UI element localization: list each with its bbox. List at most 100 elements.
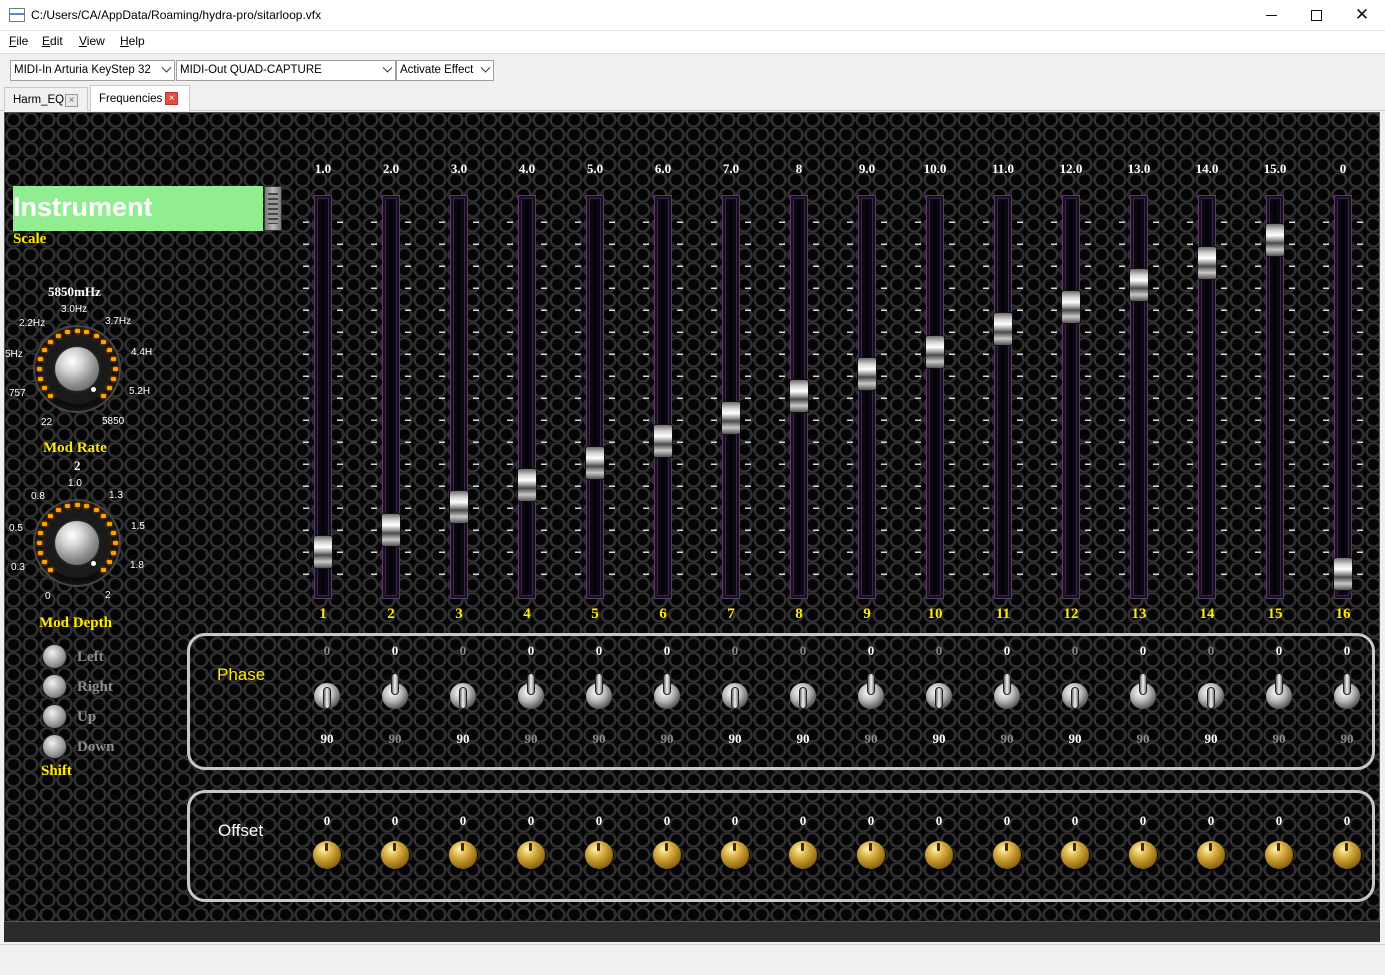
offset-knob[interactable] xyxy=(1061,841,1089,869)
activate-effect-select[interactable]: Activate Effect xyxy=(396,60,494,81)
slider-thumb[interactable] xyxy=(857,356,877,391)
phase-toggle-switch[interactable] xyxy=(381,673,409,709)
minimize-button[interactable] xyxy=(1248,0,1294,30)
offset-knob[interactable] xyxy=(381,841,409,869)
phase-toggle-switch[interactable] xyxy=(1333,673,1361,709)
offset-knob[interactable] xyxy=(517,841,545,869)
slider-track[interactable] xyxy=(654,195,672,599)
midi-out-select[interactable]: MIDI-Out QUAD-CAPTURE xyxy=(176,60,396,81)
phase-toggle-switch[interactable] xyxy=(313,673,341,709)
offset-knob[interactable] xyxy=(313,841,341,869)
offset-knob[interactable] xyxy=(925,841,953,869)
phase-toggle-switch[interactable] xyxy=(1061,673,1089,709)
maximize-button[interactable] xyxy=(1293,0,1339,30)
slider-thumb[interactable] xyxy=(381,512,401,547)
slider-track[interactable] xyxy=(1130,195,1148,599)
midi-in-select[interactable]: MIDI-In Arturia KeyStep 32 xyxy=(10,60,175,81)
shift-up-radio[interactable] xyxy=(42,704,67,729)
knob-led xyxy=(37,357,43,362)
slider-thumb[interactable] xyxy=(517,468,537,502)
slider-thumb[interactable] xyxy=(993,312,1013,347)
menu-edit[interactable]: Edit xyxy=(42,34,63,48)
shift-down-radio[interactable] xyxy=(42,734,67,759)
menu-help[interactable]: Help xyxy=(120,34,145,48)
instrument-display[interactable]: Instrument xyxy=(13,186,263,231)
knob-led xyxy=(74,329,80,333)
phase-toggle-switch[interactable] xyxy=(925,673,953,709)
offset-knob[interactable] xyxy=(1265,841,1293,869)
offset-knob[interactable] xyxy=(449,841,477,869)
phase-toggle-switch[interactable] xyxy=(789,673,817,709)
slider-thumb[interactable] xyxy=(1265,223,1285,258)
menu-view[interactable]: View xyxy=(79,34,105,48)
offset-knob[interactable] xyxy=(585,841,613,869)
slider-frequency-label: 14.0 xyxy=(1195,161,1219,176)
slider-index-label: 14 xyxy=(1199,606,1215,622)
knob-led xyxy=(41,348,47,352)
phase-toggle-switch[interactable] xyxy=(585,673,613,709)
phase-value-90: 90 xyxy=(932,731,946,746)
slider-track[interactable] xyxy=(858,195,876,599)
slider-thumb[interactable] xyxy=(721,401,741,436)
offset-knob[interactable] xyxy=(857,841,885,869)
knob-cap xyxy=(55,521,99,565)
phase-value-0: 0 xyxy=(1139,643,1147,658)
slider-thumb[interactable] xyxy=(925,334,945,369)
slider-track[interactable] xyxy=(926,195,944,599)
slider-track[interactable] xyxy=(722,195,740,599)
mod-rate-label: Mod Rate xyxy=(43,440,107,456)
close-button[interactable]: ✕ xyxy=(1339,0,1385,30)
slider-thumb[interactable] xyxy=(1061,290,1081,324)
phase-toggle-switch[interactable] xyxy=(517,673,545,709)
offset-knob[interactable] xyxy=(1129,841,1157,869)
mod-rate-tick: 22 xyxy=(41,417,53,428)
offset-knob[interactable] xyxy=(653,841,681,869)
knob-indicator xyxy=(91,387,96,392)
phase-toggle-switch[interactable] xyxy=(1265,673,1293,709)
slider-thumb[interactable] xyxy=(653,423,673,458)
slider-track[interactable] xyxy=(518,195,536,599)
phase-toggle-switch[interactable] xyxy=(449,673,477,709)
mod-depth-tick: 2 xyxy=(105,590,111,601)
tab-close-icon[interactable]: × xyxy=(165,92,178,105)
slider-index-label: 16 xyxy=(1335,606,1351,622)
slider-track[interactable] xyxy=(1334,195,1352,599)
mod-depth-tick: 1.8 xyxy=(130,560,144,571)
tab-close-icon[interactable]: × xyxy=(65,94,78,107)
phase-toggle-switch[interactable] xyxy=(653,673,681,709)
mod-rate-knob[interactable] xyxy=(33,325,121,413)
offset-knob[interactable] xyxy=(1197,841,1225,869)
offset-knob[interactable] xyxy=(1333,841,1361,869)
offset-knob[interactable] xyxy=(993,841,1021,869)
slider-track[interactable] xyxy=(1062,195,1080,599)
offset-knob[interactable] xyxy=(789,841,817,869)
shift-left-radio[interactable] xyxy=(42,644,67,669)
tab-harm-eq[interactable]: Harm_EQ × xyxy=(4,87,88,111)
slider-track[interactable] xyxy=(586,195,604,599)
offset-value: 0 xyxy=(323,813,331,828)
slider-thumb[interactable] xyxy=(1333,557,1353,591)
slider-thumb[interactable] xyxy=(1129,267,1149,302)
slider-index-label: 2 xyxy=(387,606,395,622)
mod-depth-knob[interactable] xyxy=(33,499,121,587)
slider-thumb[interactable] xyxy=(313,534,333,569)
activate-effect-value: Activate Effect xyxy=(400,64,474,76)
phase-toggle-switch[interactable] xyxy=(1197,673,1225,709)
slider-track[interactable] xyxy=(994,195,1012,599)
tab-frequencies[interactable]: Frequencies × xyxy=(90,85,190,111)
phase-toggle-switch[interactable] xyxy=(857,673,885,709)
offset-value: 0 xyxy=(1275,813,1283,828)
slider-thumb[interactable] xyxy=(449,490,469,525)
slider-thumb[interactable] xyxy=(789,379,809,413)
shift-right-radio[interactable] xyxy=(42,674,67,699)
phase-toggle-switch[interactable] xyxy=(721,673,749,709)
mod-rate-tick: 3.0Hz xyxy=(61,304,88,315)
phase-toggle-switch[interactable] xyxy=(993,673,1021,709)
slider-thumb[interactable] xyxy=(585,445,605,480)
offset-knob[interactable] xyxy=(721,841,749,869)
menu-file[interactable]: File xyxy=(9,34,28,48)
phase-toggle-switch[interactable] xyxy=(1129,673,1157,709)
slider-track[interactable] xyxy=(450,195,468,599)
instrument-spinner[interactable] xyxy=(264,186,282,231)
slider-thumb[interactable] xyxy=(1197,245,1217,280)
